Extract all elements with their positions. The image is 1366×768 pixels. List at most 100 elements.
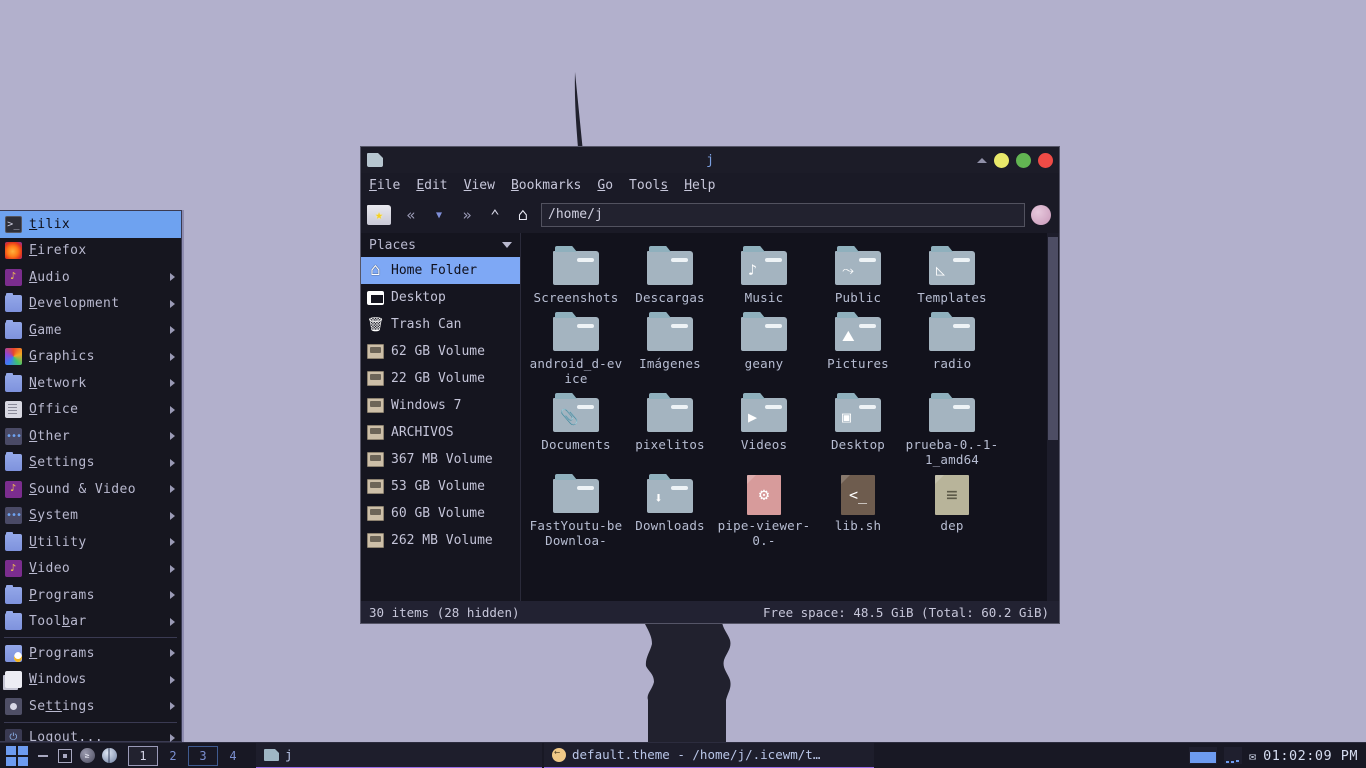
place-item-60-gb-volume[interactable]: 60 GB Volume [361,500,520,527]
menu-item-office[interactable]: Office [0,397,181,424]
workspace-button-2[interactable]: 2 [158,746,188,766]
file-item[interactable]: ⬇ Downloads [623,471,717,548]
file-item[interactable]: FastYoutu-beDownloa- [529,471,623,548]
menu-item-network[interactable]: Network [0,370,181,397]
menu-item-other[interactable]: ••• Other [0,423,181,450]
file-item[interactable]: pixelitos [623,390,717,467]
rollup-button[interactable] [977,157,987,163]
home-button[interactable]: ⌂ [509,202,537,228]
menu-item-utility[interactable]: Utility [0,529,181,556]
menubar[interactable]: File Edit View Bookmarks Go Tools Help [361,173,1059,197]
path-input[interactable]: /home/j [541,203,1025,227]
up-button[interactable]: ⌃ [481,202,509,228]
bookmark-star-icon[interactable] [367,205,391,225]
browser-globe-icon[interactable] [98,746,120,766]
start-menu[interactable]: >_ tilix Firefox Audio Development Game Graphi… [0,210,182,747]
file-item[interactable]: ◺ Templates [905,243,999,305]
file-item[interactable]: ⛰ Pictures [811,309,905,386]
net-monitor-icon[interactable] [1188,747,1217,764]
place-item-22-gb-volume[interactable]: 22 GB Volume [361,365,520,392]
close-button[interactable] [1038,152,1053,168]
file-item[interactable]: Screenshots [529,243,623,305]
menu-item-settings[interactable]: Settings [0,450,181,477]
window-titlebar[interactable]: j [361,147,1059,173]
taskbar[interactable]: ≥ 1234 j default.theme - /home/j/.icewm/t… [0,742,1366,768]
menu-item-video[interactable]: Video [0,556,181,583]
menu-item-firefox[interactable]: Firefox [0,238,181,265]
place-item-262-mb-volume[interactable]: 262 MB Volume [361,527,520,554]
menu-item-audio[interactable]: Audio [0,264,181,291]
workspace-button-1[interactable]: 1 [128,745,158,766]
menubar-item-tools[interactable]: Tools [629,176,676,195]
show-desktop-icon[interactable] [54,746,76,766]
start-menu-icon[interactable] [6,745,28,766]
menubar-item-edit[interactable]: Edit [416,176,455,195]
file-item[interactable]: <_ lib.sh [811,471,905,548]
back-button[interactable]: « [397,202,425,228]
globe-icon[interactable] [1031,205,1051,225]
places-pane[interactable]: Places Home Folder Desktop Trash Can 62 GB … [361,233,521,601]
file-grid[interactable]: Screenshots Descargas ♪ Music ⤳ Public ◺ Templa… [521,233,1059,548]
file-item[interactable]: ▣ Desktop [811,390,905,467]
history-dropdown-button[interactable]: ▼ [425,202,453,228]
menubar-item-go[interactable]: Go [597,176,621,195]
forward-button[interactable]: » [453,202,481,228]
task-button[interactable]: default.theme - /home/j/.icewm/t… [544,742,874,768]
clock[interactable]: 01:02:09 PM [1263,748,1358,764]
menu-item-development[interactable]: Development [0,291,181,318]
menu-item-graphics[interactable]: Graphics [0,344,181,371]
file-item[interactable]: prueba-0.-1-1_amd64 [905,390,999,467]
file-item[interactable]: geany [717,309,811,386]
scrollbar-thumb[interactable] [1048,237,1058,440]
system-tray[interactable]: ✉ 01:02:09 PM [1188,747,1366,764]
place-item-62-gb-volume[interactable]: 62 GB Volume [361,338,520,365]
file-item[interactable]: ≡ dep [905,471,999,548]
place-item-desktop[interactable]: Desktop [361,284,520,311]
file-item[interactable]: radio [905,309,999,386]
file-item[interactable]: ♪ Music [717,243,811,305]
file-manager-window[interactable]: j File Edit View Bookmarks Go Tools Help « ▼ »… [360,146,1060,624]
task-list[interactable]: j default.theme - /home/j/.icewm/t… [256,742,1189,768]
workspace-button-4[interactable]: 4 [218,746,248,766]
file-item[interactable]: 📎 Documents [529,390,623,467]
minimize-button[interactable] [994,152,1009,168]
places-list[interactable]: Home Folder Desktop Trash Can 62 GB Volume 2… [361,257,520,554]
place-item-53-gb-volume[interactable]: 53 GB Volume [361,473,520,500]
menu-item-windows[interactable]: Windows [0,667,181,694]
place-item-archivos[interactable]: ARCHIVOS [361,419,520,446]
terminal-orb-icon[interactable]: ≥ [76,746,98,766]
menu-item-toolbar[interactable]: Toolbar [0,609,181,636]
menu-item-system[interactable]: ••• System [0,503,181,530]
places-header[interactable]: Places [361,233,520,257]
file-item[interactable]: Descargas [623,243,717,305]
file-icon-view[interactable]: Screenshots Descargas ♪ Music ⤳ Public ◺ Templa… [521,233,1059,601]
file-item[interactable]: ▶ Videos [717,390,811,467]
file-item[interactable]: Imágenes [623,309,717,386]
toolbar[interactable]: « ▼ » ⌃ ⌂ /home/j [361,197,1059,233]
workspace-button-3[interactable]: 3 [188,745,218,766]
cpu-monitor-icon[interactable] [1223,747,1242,764]
menu-item-game[interactable]: Game [0,317,181,344]
place-item-367-mb-volume[interactable]: 367 MB Volume [361,446,520,473]
place-item-trash-can[interactable]: Trash Can [361,311,520,338]
menubar-item-view[interactable]: View [464,176,503,195]
menu-item-tilix[interactable]: >_ tilix [0,211,181,238]
menu-item-settings[interactable]: Settings [0,693,181,720]
file-item[interactable]: android_d-evice [529,309,623,386]
menu-item-programs[interactable]: Programs [0,582,181,609]
maximize-button[interactable] [1016,152,1031,168]
task-button[interactable]: j [256,742,542,768]
mail-icon[interactable]: ✉ [1249,749,1256,763]
workspace-switcher[interactable]: 1234 [128,745,248,766]
vertical-scrollbar[interactable] [1047,233,1059,601]
menubar-item-help[interactable]: Help [684,176,723,195]
file-item[interactable]: ⚙ pipe-viewer-0.- [717,471,811,548]
menubar-item-bookmarks[interactable]: Bookmarks [511,176,589,195]
menu-item-programs[interactable]: Programs [0,640,181,667]
menubar-item-file[interactable]: File [369,176,408,195]
file-item[interactable]: ⤳ Public [811,243,905,305]
place-item-home-folder[interactable]: Home Folder [361,257,520,284]
menu-item-sound-video[interactable]: Sound & Video [0,476,181,503]
place-item-windows-7[interactable]: Windows 7 [361,392,520,419]
minimize-all-icon[interactable] [32,746,54,766]
